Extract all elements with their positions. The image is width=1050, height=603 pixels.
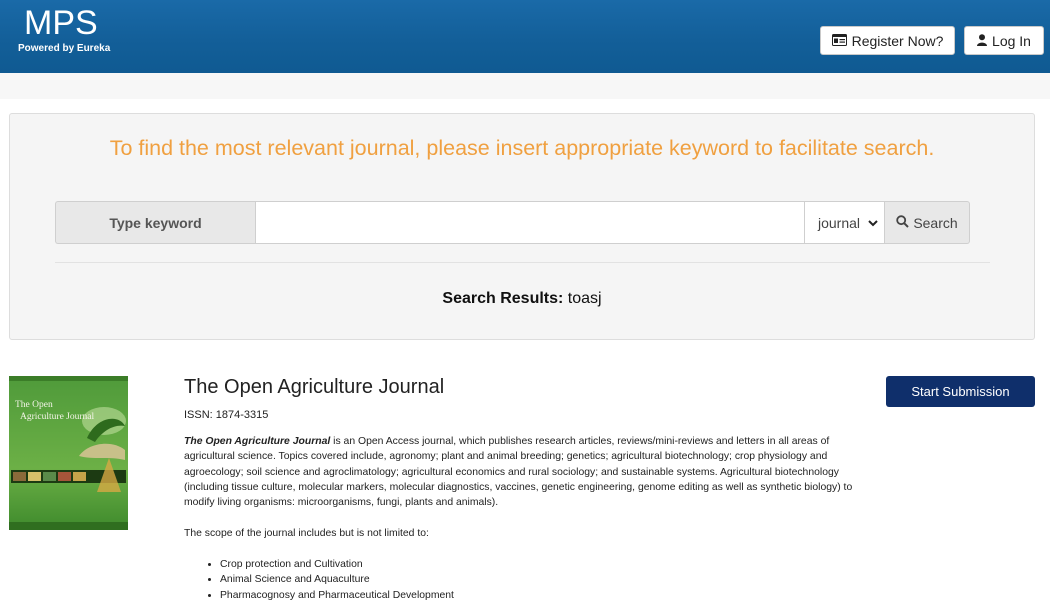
search-button[interactable]: Search [885,201,970,244]
journal-title[interactable]: The Open Agriculture Journal [184,376,444,399]
journal-description: The Open Agriculture Journal is an Open … [184,434,864,510]
login-label: Log In [992,32,1031,49]
search-type-select[interactable]: journal [805,201,885,244]
list-item: Animal Science and Aquaculture [220,572,454,587]
keyword-label: Type keyword [55,201,255,244]
search-type-value: journal [818,214,861,231]
login-button[interactable]: Log In [964,26,1044,55]
journal-name-inline: The Open Agriculture Journal [184,436,331,447]
list-item: Pharmacognosy and Pharmaceutical Develop… [220,588,454,603]
cover-title-line2: Agriculture Journal [20,412,94,422]
site-logo[interactable]: MPS [24,4,98,42]
logo-subtitle: Powered by Eureka [18,43,111,54]
top-header: MPS Powered by Eureka Register Now? Log … [0,0,1050,73]
search-bar: Type keyword journal Search [55,201,970,244]
results-label: Search Results: [442,290,564,307]
scope-list: Crop protection and Cultivation Animal S… [206,557,454,603]
search-headline: To find the most relevant journal, pleas… [109,136,935,160]
user-icon [977,33,988,49]
register-label: Register Now? [851,32,944,49]
chevron-down-icon [868,216,878,233]
header-spacer [0,73,1050,99]
search-panel: To find the most relevant journal, pleas… [9,113,1035,340]
scope-intro: The scope of the journal includes but is… [184,528,429,539]
journal-issn: ISSN: 1874-3315 [184,409,269,421]
search-label: Search [913,214,958,231]
search-results-summary: Search Results: toasj [10,290,1034,308]
id-card-icon [831,33,847,49]
keyword-input[interactable] [255,201,805,244]
magnifier-icon [896,214,910,231]
results-query: toasj [567,290,602,307]
panel-divider [55,262,990,263]
cover-title-line1: The Open [15,400,53,410]
list-item: Crop protection and Cultivation [220,557,454,572]
start-submission-button[interactable]: Start Submission [886,376,1035,407]
journal-cover-image[interactable]: The Open Agriculture Journal [9,376,128,530]
register-button[interactable]: Register Now? [820,26,955,55]
